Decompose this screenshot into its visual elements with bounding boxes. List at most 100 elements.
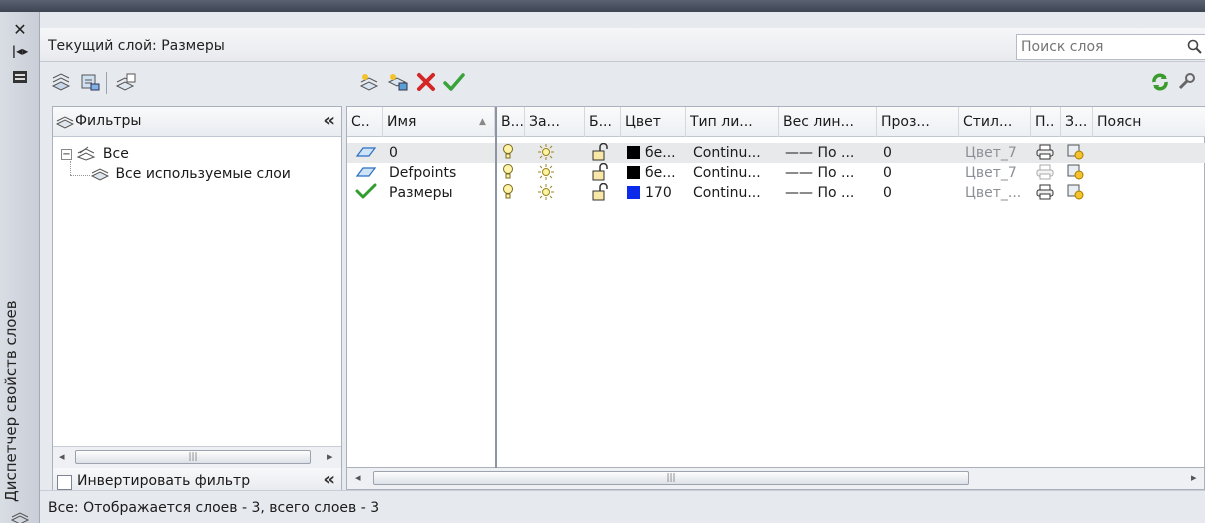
table-row[interactable]: 0 бе... Continu... —— По ... 0 Цвет_7 xyxy=(347,143,1205,163)
color-swatch xyxy=(627,186,640,199)
settings-icon[interactable] xyxy=(1174,70,1198,94)
layer-properties-manager: Текущий слой: Размеры Поиск слоя Фильтры… xyxy=(40,12,1205,523)
palette-title: Диспетчер свойств слоев xyxy=(2,300,20,502)
set-current-icon[interactable] xyxy=(442,70,466,94)
sun-thaw-icon[interactable] xyxy=(537,163,555,183)
layer-transparency[interactable]: 0 xyxy=(883,143,892,163)
new-layer-frozen-icon[interactable] xyxy=(386,70,410,94)
status-text: Все: Отображается слоев - 3, всего слоев… xyxy=(48,500,380,516)
states-manager-icon[interactable] xyxy=(114,70,138,94)
tree-connector xyxy=(70,175,90,176)
layer-color[interactable]: бе... xyxy=(627,163,676,183)
col-linetype[interactable]: Тип ли... xyxy=(686,107,779,137)
tree-connector xyxy=(70,161,71,175)
filters-header: Фильтры « xyxy=(53,107,341,137)
layer-toolbar xyxy=(40,62,1205,102)
layer-color[interactable]: 170 xyxy=(627,183,672,203)
col-status[interactable]: С.. xyxy=(347,107,383,137)
properties-icon[interactable] xyxy=(8,66,32,88)
layer-linetype[interactable]: Continu... xyxy=(693,143,761,163)
collapse-filters-button[interactable]: « xyxy=(323,110,335,131)
col-name[interactable]: Имя ▲ xyxy=(383,107,495,137)
col-lineweight[interactable]: Вес лин... xyxy=(779,107,877,137)
printer-icon[interactable] xyxy=(1035,143,1055,163)
scroll-left-icon[interactable]: ◂ xyxy=(59,450,65,463)
layer-search-box[interactable] xyxy=(1016,34,1205,60)
layer-search-input[interactable] xyxy=(1021,38,1171,56)
layer-plot-style[interactable]: Цвет_7 xyxy=(965,143,1017,163)
col-plot[interactable]: П.. xyxy=(1031,107,1061,137)
layer-status-icon xyxy=(355,163,377,183)
printer-icon[interactable] xyxy=(1035,183,1055,203)
unlock-icon[interactable] xyxy=(591,183,611,203)
layer-list-horizontal-scrollbar[interactable]: ◂ ||| ▸ xyxy=(346,468,1205,490)
toolbar-separator xyxy=(106,72,107,94)
layers-icon xyxy=(10,510,30,523)
frozen-columns-divider[interactable] xyxy=(495,107,497,469)
delete-layer-icon[interactable] xyxy=(414,70,438,94)
vp-freeze-icon[interactable] xyxy=(1067,163,1085,183)
printer-disabled-icon[interactable] xyxy=(1035,163,1055,183)
bulb-on-icon[interactable] xyxy=(501,183,515,203)
layer-plot-style[interactable]: Цвет_7 xyxy=(965,163,1017,183)
refresh-icon[interactable] xyxy=(1148,70,1172,94)
layer-linetype[interactable]: Continu... xyxy=(693,163,761,183)
new-group-filter-icon[interactable] xyxy=(78,70,102,94)
tree-expander-icon[interactable]: − xyxy=(61,149,72,160)
layer-color-label: 170 xyxy=(645,185,672,201)
layer-lineweight[interactable]: —— По ... xyxy=(785,183,854,203)
table-row[interactable]: Размеры 170 Continu... —— По ... 0 Цвет_… xyxy=(347,183,1205,203)
layer-name[interactable]: Размеры xyxy=(389,183,453,203)
layer-lineweight[interactable]: —— По ... xyxy=(785,143,854,163)
col-color[interactable]: Цвет xyxy=(621,107,686,137)
col-plot-style[interactable]: Стил... xyxy=(959,107,1031,137)
layer-lineweight[interactable]: —— По ... xyxy=(785,163,854,183)
filter-icon xyxy=(55,114,75,134)
vp-freeze-icon[interactable] xyxy=(1067,143,1085,163)
col-lock[interactable]: Б... xyxy=(585,107,621,137)
color-swatch xyxy=(627,146,640,159)
col-description[interactable]: Поясн xyxy=(1093,107,1205,137)
layer-transparency[interactable]: 0 xyxy=(883,183,892,203)
col-on[interactable]: В... xyxy=(497,107,525,137)
tree-node-used-layers-label: Все используемые слои xyxy=(115,166,291,182)
sun-thaw-icon[interactable] xyxy=(537,143,555,163)
unlock-icon[interactable] xyxy=(591,163,611,183)
col-new-vp-freeze[interactable]: З... xyxy=(1061,107,1093,137)
col-transparency[interactable]: Проз... xyxy=(877,107,959,137)
scroll-thumb[interactable]: ||| xyxy=(373,471,969,485)
layer-linetype[interactable]: Continu... xyxy=(693,183,761,203)
col-freeze[interactable]: За... xyxy=(525,107,585,137)
table-row[interactable]: Defpoints бе... Continu... —— По ... 0 Ц… xyxy=(347,163,1205,183)
scroll-left-icon[interactable]: ◂ xyxy=(355,471,361,484)
all-filter-icon xyxy=(76,146,102,162)
layer-color[interactable]: бе... xyxy=(627,143,676,163)
layer-list-header: С.. Имя ▲ В... За... Б... Цвет Тип ли...… xyxy=(347,107,1205,137)
layer-name[interactable]: 0 xyxy=(389,143,398,163)
invert-filter-checkbox[interactable] xyxy=(57,475,72,490)
layer-name[interactable]: Defpoints xyxy=(389,163,456,183)
unlock-icon[interactable] xyxy=(591,143,611,163)
layer-plot-style[interactable]: Цвет_... xyxy=(965,183,1021,203)
sun-thaw-icon[interactable] xyxy=(537,183,555,203)
scroll-right-icon[interactable]: ▸ xyxy=(1191,471,1197,484)
auto-hide-icon[interactable]: |◂▸ xyxy=(8,40,32,62)
layer-transparency[interactable]: 0 xyxy=(883,163,892,183)
search-icon[interactable] xyxy=(1187,39,1203,59)
tree-node-all[interactable]: − Все xyxy=(61,145,129,162)
filters-title: Фильтры xyxy=(75,113,142,129)
layer-color-label: бе... xyxy=(645,145,676,161)
close-icon[interactable]: ✕ xyxy=(8,18,32,40)
sort-up-icon: ▲ xyxy=(479,117,486,127)
scroll-right-icon[interactable]: ▸ xyxy=(327,450,333,463)
vp-freeze-icon[interactable] xyxy=(1067,183,1085,203)
filters-horizontal-scrollbar[interactable]: ◂ ||| ▸ xyxy=(53,446,341,468)
scroll-thumb[interactable]: ||| xyxy=(75,450,311,464)
new-layer-icon[interactable] xyxy=(358,70,382,94)
collapse-filters-bottom-button[interactable]: « xyxy=(323,469,335,490)
new-filter-icon[interactable] xyxy=(50,70,74,94)
bulb-on-icon[interactable] xyxy=(501,143,515,163)
bulb-on-icon[interactable] xyxy=(501,163,515,183)
tree-node-used-layers[interactable]: Все используемые слои xyxy=(90,165,291,182)
current-layer-label: Текущий слой: Размеры xyxy=(48,38,225,54)
